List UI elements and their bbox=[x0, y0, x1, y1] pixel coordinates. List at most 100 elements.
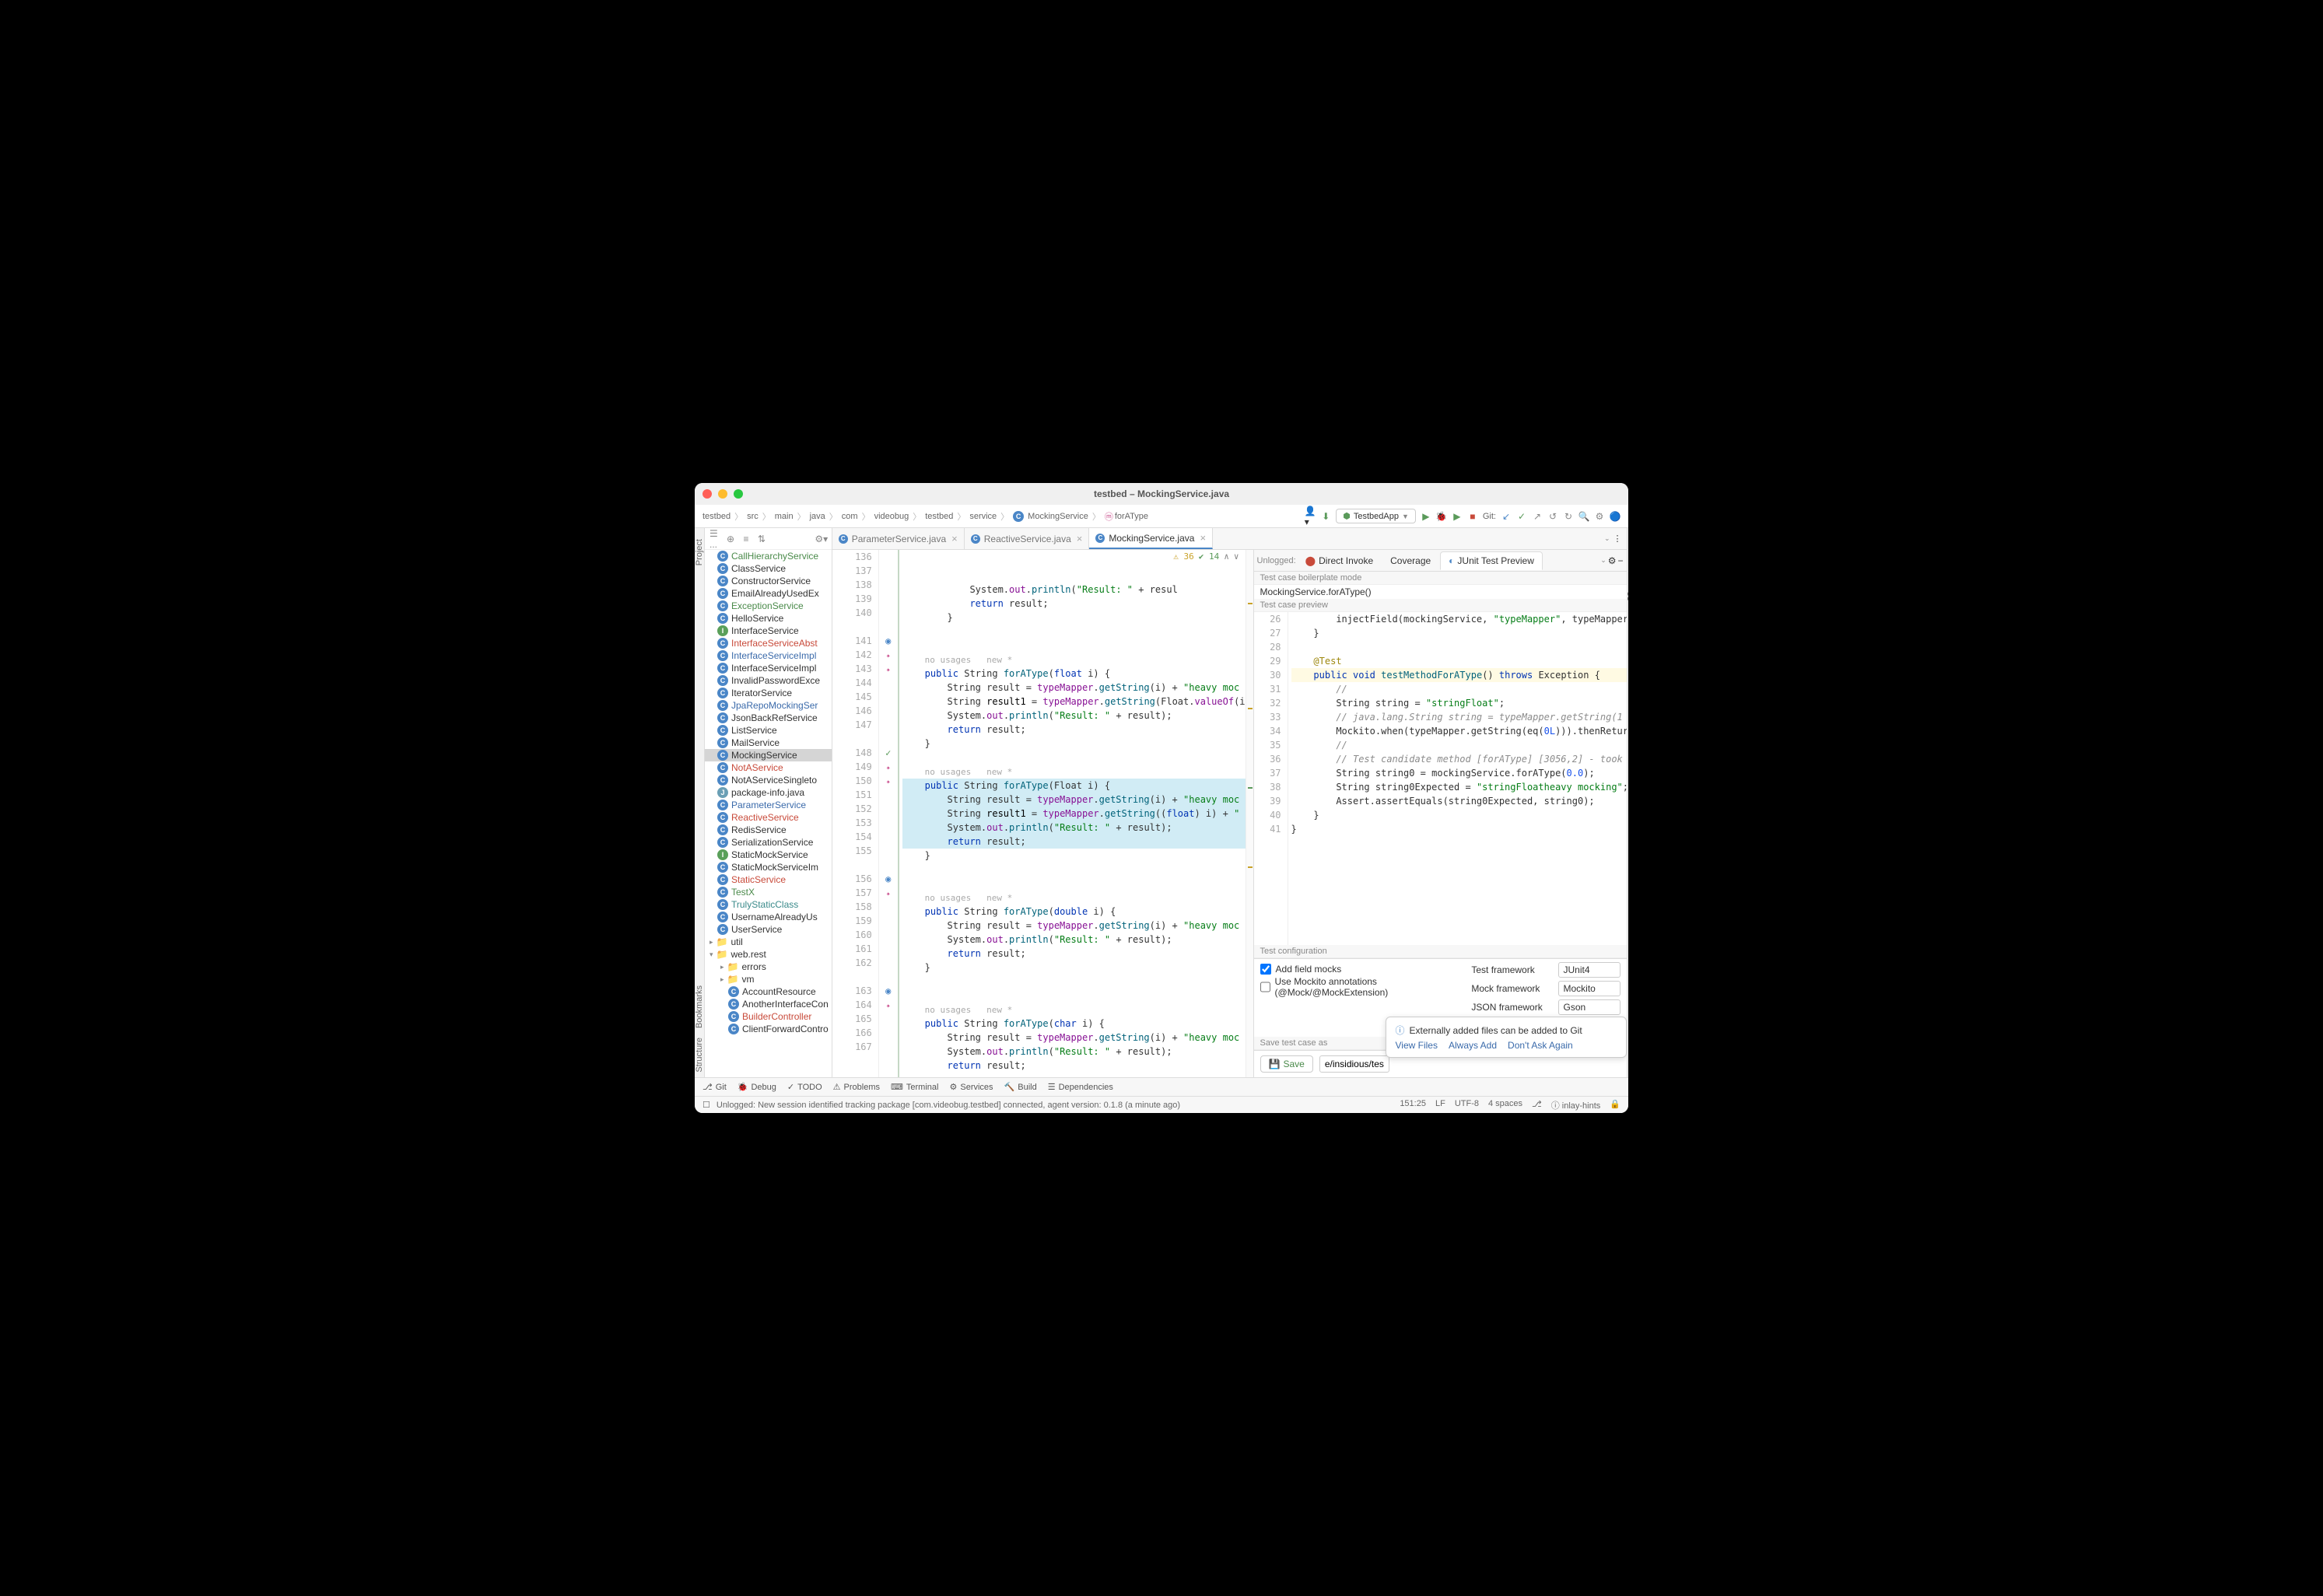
tree-item[interactable]: EmailAlreadyUsedEx bbox=[705, 587, 832, 600]
tree-item[interactable]: ListService bbox=[705, 724, 832, 737]
expand-icon[interactable]: ⇅ bbox=[756, 534, 767, 544]
tree-item[interactable]: ExceptionService bbox=[705, 600, 832, 612]
breadcrumb[interactable]: testbed〉src〉main〉java〉com〉videobug〉testb… bbox=[703, 510, 1148, 523]
tree-item[interactable]: StaticMockService bbox=[705, 849, 832, 861]
run-icon[interactable]: ▶ bbox=[1421, 511, 1431, 522]
target-icon[interactable]: ⊕ bbox=[725, 534, 736, 544]
test-fw-select[interactable]: JUnit4 bbox=[1558, 962, 1620, 978]
save-button[interactable]: 💾Save bbox=[1260, 1055, 1313, 1073]
gear-icon[interactable]: ⚙ bbox=[1594, 511, 1605, 522]
user-icon[interactable]: 👤▾ bbox=[1305, 511, 1316, 522]
minimize-window[interactable] bbox=[718, 489, 727, 499]
status-square-icon[interactable]: ☐ bbox=[703, 1100, 710, 1110]
bottom-tab-dependencies[interactable]: ☰Dependencies bbox=[1048, 1082, 1113, 1092]
tree-item[interactable]: SerializationService bbox=[705, 836, 832, 849]
tree-item[interactable]: MailService bbox=[705, 737, 832, 749]
view-files-link[interactable]: View Files bbox=[1396, 1040, 1438, 1051]
tree-item[interactable]: InterfaceServiceAbst bbox=[705, 637, 832, 649]
code-area[interactable]: ⚠ 36 ✔ 14 ∧ ∨ System.out.println("Result… bbox=[899, 550, 1246, 1077]
history-icon[interactable]: ↺ bbox=[1547, 511, 1558, 522]
debug-icon[interactable]: 🐞 bbox=[1436, 511, 1447, 522]
redo-icon[interactable]: ↻ bbox=[1563, 511, 1574, 522]
indent[interactable]: 4 spaces bbox=[1488, 1099, 1522, 1111]
tree-folder[interactable]: ▾ 📁 web.rest bbox=[705, 948, 832, 961]
run-config-selector[interactable]: ⬢ TestbedApp ▼ bbox=[1336, 509, 1416, 523]
always-add-link[interactable]: Always Add bbox=[1449, 1040, 1497, 1051]
panel-options-icon[interactable]: ⌄ bbox=[1600, 556, 1606, 565]
branch-icon[interactable]: ⎇ bbox=[1532, 1099, 1542, 1111]
tree-item[interactable]: JsonBackRefService bbox=[705, 712, 832, 724]
save-path-input[interactable] bbox=[1319, 1055, 1389, 1073]
project-tree[interactable]: CallHierarchyServiceClassServiceConstruc… bbox=[705, 550, 832, 1077]
search-icon[interactable]: 🔍 bbox=[1578, 511, 1589, 522]
tree-item[interactable]: InterfaceServiceImpl bbox=[705, 662, 832, 674]
bottom-tab-git[interactable]: ⎇Git bbox=[703, 1082, 727, 1092]
json-fw-select[interactable]: Gson bbox=[1558, 999, 1620, 1015]
tab-junit-preview[interactable]: ◐JUnit Test Preview bbox=[1440, 551, 1543, 570]
more-tabs-icon[interactable]: ⌄ bbox=[1604, 534, 1610, 543]
tree-folder[interactable]: ▸ 📁 errors bbox=[705, 961, 832, 973]
structure-tab[interactable]: Structure bbox=[695, 1038, 704, 1073]
marker-strip[interactable] bbox=[1246, 550, 1253, 1077]
tree-folder[interactable]: ▸ 📁 util bbox=[705, 936, 832, 948]
bottom-tab-services[interactable]: ⚙Services bbox=[949, 1082, 993, 1092]
gutter-icons[interactable]: ◉✦✦✓✦✦◉✦◉✦ bbox=[879, 550, 899, 1077]
tree-item[interactable]: AccountResource bbox=[705, 985, 832, 998]
tree-item[interactable]: BuilderController bbox=[705, 1010, 832, 1023]
preview-code[interactable]: injectField(mockingService, "typeMapper"… bbox=[1288, 612, 1627, 945]
tree-item[interactable]: StaticMockServiceIm bbox=[705, 861, 832, 873]
tree-item[interactable]: ReactiveService bbox=[705, 811, 832, 824]
tree-item[interactable]: IteratorService bbox=[705, 687, 832, 699]
down-icon[interactable]: ∨ bbox=[1234, 551, 1239, 562]
mock-fw-select[interactable]: Mockito bbox=[1558, 981, 1620, 996]
bottom-tab-terminal[interactable]: ⌨Terminal bbox=[891, 1082, 938, 1092]
tree-item[interactable]: AnotherInterfaceCon bbox=[705, 998, 832, 1010]
bottom-tab-problems[interactable]: ⚠Problems bbox=[833, 1082, 880, 1092]
tab-coverage[interactable]: Coverage bbox=[1382, 552, 1438, 569]
add-mocks-checkbox[interactable]: Add field mocks bbox=[1260, 964, 1456, 975]
bottom-tab-debug[interactable]: 🐞Debug bbox=[738, 1082, 776, 1092]
tree-item[interactable]: JpaRepoMockingSer bbox=[705, 699, 832, 712]
close-window[interactable] bbox=[703, 489, 712, 499]
stop-icon[interactable]: ■ bbox=[1467, 511, 1478, 522]
bookmarks-tab[interactable]: Bookmarks bbox=[695, 985, 704, 1028]
bottom-tab-build[interactable]: 🔨Build bbox=[1004, 1082, 1037, 1092]
editor-tab[interactable]: MockingService.java× bbox=[1089, 528, 1213, 549]
editor-tab[interactable]: ParameterService.java× bbox=[832, 528, 965, 549]
dont-ask-link[interactable]: Don't Ask Again bbox=[1508, 1040, 1573, 1051]
check-badge[interactable]: ✔ 14 bbox=[1199, 551, 1220, 562]
cursor-position[interactable]: 151:25 bbox=[1400, 1099, 1426, 1111]
git-update-icon[interactable]: ↙ bbox=[1501, 511, 1512, 522]
up-icon[interactable]: ∧ bbox=[1224, 551, 1229, 562]
tree-item[interactable]: ClientForwardContro bbox=[705, 1023, 832, 1035]
tree-item[interactable]: NotAServiceSingleto bbox=[705, 774, 832, 786]
tree-item[interactable]: package-info.java bbox=[705, 786, 832, 799]
tree-item[interactable]: InterfaceService bbox=[705, 625, 832, 637]
warning-badge[interactable]: ⚠ 36 bbox=[1173, 551, 1194, 562]
tree-folder[interactable]: ▸ 📁 vm bbox=[705, 973, 832, 985]
use-mockito-checkbox[interactable]: Use Mockito annotations (@Mock/@MockExte… bbox=[1260, 976, 1456, 998]
tree-item[interactable]: HelloService bbox=[705, 612, 832, 625]
tab-direct-invoke[interactable]: ⬤Direct Invoke bbox=[1298, 552, 1381, 569]
encoding[interactable]: UTF-8 bbox=[1455, 1099, 1479, 1111]
git-push-icon[interactable]: ↗ bbox=[1532, 511, 1543, 522]
tab-menu-icon[interactable]: ⋮ bbox=[1613, 534, 1622, 544]
hammer-icon[interactable]: ⬇ bbox=[1320, 511, 1331, 522]
tree-item[interactable]: NotAService bbox=[705, 761, 832, 774]
git-commit-icon[interactable]: ✓ bbox=[1516, 511, 1527, 522]
lock-icon[interactable]: 🔒 bbox=[1610, 1099, 1620, 1111]
tree-item[interactable]: ClassService bbox=[705, 562, 832, 575]
plugin-icon[interactable]: 🔵 bbox=[1610, 511, 1620, 522]
tree-item[interactable]: MockingService bbox=[705, 749, 832, 761]
main-editor[interactable]: 1361371381391401411421431441451461471481… bbox=[832, 550, 1253, 1077]
project-dropdown-icon[interactable]: ☰ ... bbox=[710, 534, 720, 544]
panel-gear-icon[interactable]: ⚙ bbox=[1608, 555, 1617, 566]
tree-item[interactable]: UsernameAlreadyUs bbox=[705, 911, 832, 923]
tree-item[interactable]: UserService bbox=[705, 923, 832, 936]
editor-tab[interactable]: ReactiveService.java× bbox=[965, 528, 1090, 549]
tree-item[interactable]: TrulyStaticClass bbox=[705, 898, 832, 911]
preview-editor[interactable]: 26272829303132333435363738394041 injectF… bbox=[1254, 612, 1627, 945]
inlay-hints[interactable]: ⓘ inlay-hints bbox=[1551, 1099, 1601, 1111]
tree-item[interactable]: StaticService bbox=[705, 873, 832, 886]
collapse-icon[interactable]: ≡ bbox=[741, 534, 752, 544]
